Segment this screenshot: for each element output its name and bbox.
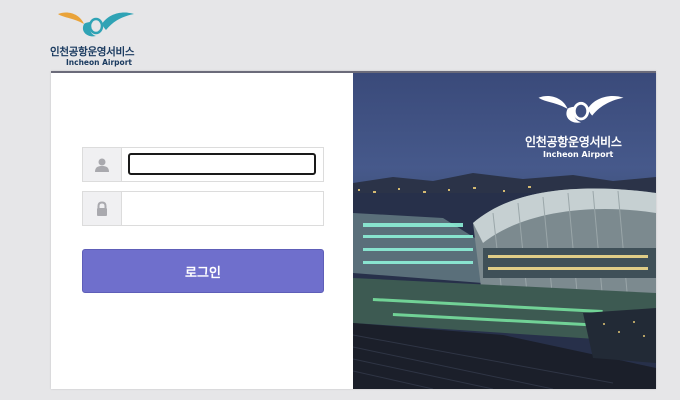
login-button[interactable]: 로그인	[82, 249, 324, 293]
banner-logo-text-english: Incheon Airport	[543, 150, 614, 159]
password-input[interactable]	[128, 197, 316, 219]
banner-logo: 인천공항운영서비스 Incheon Airport	[513, 91, 643, 161]
lock-icon	[83, 192, 122, 225]
user-icon	[83, 148, 122, 181]
username-field[interactable]	[82, 147, 324, 182]
username-input[interactable]	[128, 153, 316, 175]
company-logo-icon	[58, 12, 134, 37]
banner-logo-text-korean: 인천공항운영서비스	[525, 135, 622, 149]
airport-banner-image: 인천공항운영서비스 Incheon Airport	[353, 73, 656, 389]
company-logo-icon	[538, 95, 624, 123]
logo-text-english: Incheon Airport	[66, 58, 132, 67]
login-card: 로그인 인천공항운영서비스 Incheon Airport	[51, 71, 656, 389]
login-form-panel: 로그인	[51, 73, 353, 389]
logo-text-korean: 인천공항운영서비스	[50, 46, 135, 58]
password-field[interactable]	[82, 191, 324, 226]
header-logo: 인천공항운영서비스 Incheon Airport	[50, 8, 142, 67]
